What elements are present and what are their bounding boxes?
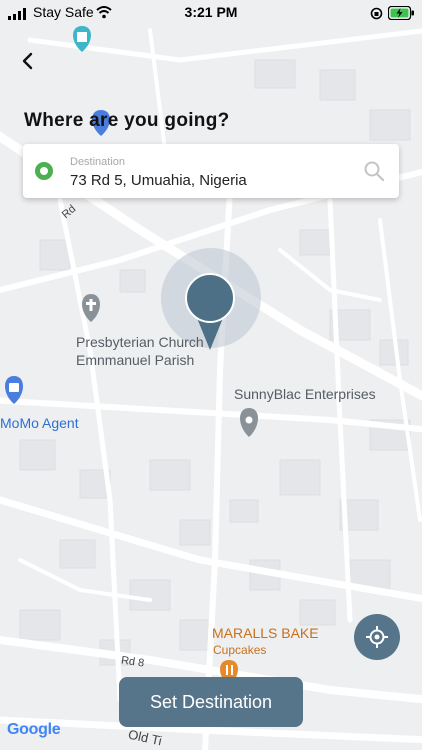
battery-charging-icon (388, 6, 414, 20)
place-label-enterprise: SunnyBlac Enterprises (234, 386, 376, 402)
place-label-bakery-sub: Cupcakes (213, 643, 267, 657)
place-label-momo: MoMo Agent (0, 415, 79, 431)
crosshair-icon (366, 626, 388, 648)
destination-dot-icon (35, 162, 53, 180)
set-destination-button[interactable]: Set Destination (119, 677, 303, 727)
status-bar: Stay Safe 3:21 PM (0, 0, 422, 26)
destination-input[interactable] (70, 172, 350, 189)
status-time: 3:21 PM (184, 4, 238, 20)
destination-label: Destination (70, 156, 126, 168)
page-title: Where are you going? (24, 110, 230, 131)
church-name-line1: Presbyterian Church (76, 334, 204, 350)
my-location-button[interactable] (354, 614, 400, 660)
place-label-church: Presbyterian Church Emnmanuel Parish (76, 333, 204, 369)
rotation-lock-icon (370, 7, 383, 20)
place-label-bakery: MARALLS BAKE (212, 625, 319, 641)
church-name-line2: Emnmanuel Parish (76, 352, 195, 368)
search-icon[interactable] (363, 160, 385, 182)
road-label-rd8: Rd 8 (120, 654, 145, 670)
back-arrow-icon[interactable] (16, 49, 40, 73)
google-logo: Google (7, 721, 61, 738)
destination-search-card[interactable]: Destination (23, 144, 399, 198)
